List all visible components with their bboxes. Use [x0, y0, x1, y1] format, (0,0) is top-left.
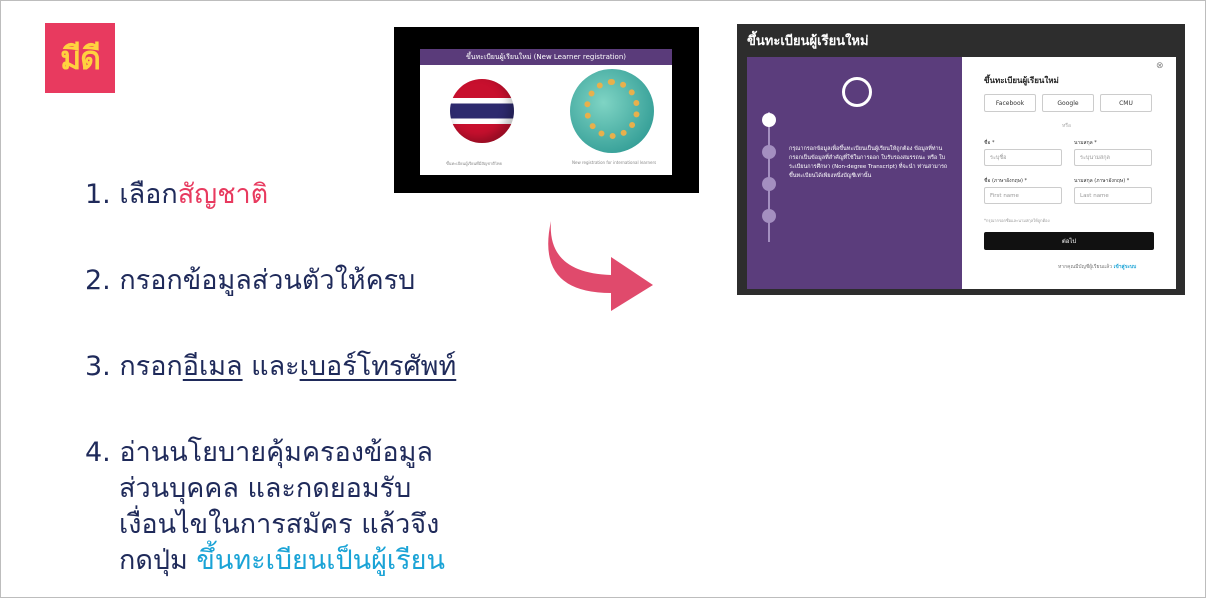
step-text: เลือก: [119, 179, 178, 210]
step-dot: [762, 177, 776, 191]
first-name-field[interactable]: ระบุชื่อ: [984, 149, 1062, 166]
login-link[interactable]: เข้าสู่ระบบ: [1114, 264, 1137, 270]
step-dot: [762, 209, 776, 223]
step-1: 1. เลือกสัญชาติ: [85, 177, 268, 213]
facebook-login-button[interactable]: Facebook: [984, 94, 1036, 112]
first-name-label: ชื่อ *: [984, 140, 995, 146]
step-underline-phone: เบอร์โทรศัพท์: [299, 351, 457, 382]
step-4: 4. อ่านนโยบายคุ้มครองข้อมูล: [85, 435, 433, 471]
or-divider: หรือ: [1062, 123, 1071, 129]
slide: มีดี 1. เลือกสัญชาติ 2. กรอกข้อมูลส่วนตั…: [0, 0, 1206, 598]
last-name-en-label: นามสกุล (ภาษาอังกฤษ) *: [1074, 178, 1130, 184]
step-text: ส่วนบุคคล และกดยอมรับ: [119, 473, 412, 504]
close-icon[interactable]: ⊗: [1156, 61, 1164, 71]
brand-logo: มีดี: [45, 23, 115, 93]
last-name-label: นามสกุล *: [1074, 140, 1097, 146]
step-text: เงื่อนไขในการสมัคร แล้วจึง: [119, 509, 440, 540]
step-text: กดปุ่ม: [119, 545, 197, 576]
thumbnail-title: ขึ้นทะเบียนผู้เรียนใหม่ (New Learner reg…: [420, 49, 672, 65]
google-login-button[interactable]: Google: [1042, 94, 1094, 112]
next-button[interactable]: ต่อไป: [984, 232, 1154, 250]
registration-form: ⊗ ขึ้นทะเบียนผู้เรียนใหม่ Facebook Googl…: [962, 57, 1176, 289]
step-dot: [762, 145, 776, 159]
form-hint: *กรุณากรอกชื่อและนามสกุลให้ถูกต้อง: [984, 218, 1050, 223]
arrow-right-icon: [548, 221, 653, 311]
last-name-field[interactable]: ระบุนามสกุล: [1074, 149, 1152, 166]
first-name-en-field[interactable]: First name: [984, 187, 1062, 204]
step-dot: [762, 113, 776, 127]
first-name-en-label: ชื่อ (ภาษาอังกฤษ) *: [984, 178, 1027, 184]
form-title: ขึ้นทะเบียนผู้เรียนใหม่: [984, 76, 1059, 85]
cmu-login-button[interactable]: CMU: [1100, 94, 1152, 112]
step-highlight: สัญชาติ: [177, 179, 269, 210]
step-highlight: ขึ้นทะเบียนเป็นผู้เรียน: [196, 545, 445, 576]
step-4-line-3: เงื่อนไขในการสมัคร แล้วจึง: [119, 507, 439, 543]
thumbnail-content: ขึ้นทะเบียนผู้เรียนใหม่ (New Learner reg…: [420, 49, 672, 175]
step-text: และ: [242, 351, 300, 382]
step-3: 3. กรอกอีเมล และเบอร์โทรศัพท์: [85, 349, 456, 385]
logo-icon: [842, 77, 872, 107]
globe-icon[interactable]: [570, 69, 654, 153]
thai-flag-icon[interactable]: [450, 79, 514, 143]
login-prompt-text: หากคุณมีบัญชีผู้เรียนแล้ว: [1058, 264, 1113, 270]
step-number: 1.: [85, 179, 111, 210]
step-number: 3.: [85, 351, 111, 382]
registration-screenshot: ขึ้นทะเบียนผู้เรียนใหม่ กรุณากรอกข้อมูลเ…: [737, 24, 1185, 295]
step-2: 2. กรอกข้อมูลส่วนตัวให้ครบ: [85, 263, 415, 299]
step-text: อ่านนโยบายคุ้มครองข้อมูล: [119, 437, 433, 468]
nationality-thumbnail: ขึ้นทะเบียนผู้เรียนใหม่ (New Learner reg…: [394, 27, 699, 193]
step-number: 4.: [85, 437, 111, 468]
thumbnail-caption-intl: New registration for international learn…: [572, 160, 657, 165]
login-prompt: หากคุณมีบัญชีผู้เรียนแล้ว เข้าสู่ระบบ: [1058, 263, 1136, 271]
step-4-line-2: ส่วนบุคคล และกดยอมรับ: [119, 471, 411, 507]
step-underline-email: อีเมล: [182, 351, 243, 382]
step-text: กรอก: [119, 351, 183, 382]
window-title: ขึ้นทะเบียนผู้เรียนใหม่: [747, 34, 869, 49]
info-text: กรุณากรอกข้อมูลเพื่อขึ้นทะเบียนเป็นผู้เร…: [789, 146, 948, 179]
info-panel: กรุณากรอกข้อมูลเพื่อขึ้นทะเบียนเป็นผู้เร…: [747, 57, 962, 289]
step-number: 2.: [85, 265, 111, 296]
step-4-line-4: กดปุ่ม ขึ้นทะเบียนเป็นผู้เรียน: [119, 543, 445, 579]
last-name-en-field[interactable]: Last name: [1074, 187, 1152, 204]
thumbnail-caption-thai: ขึ้นทะเบียนผู้เรียนที่มีสัญชาติไทย: [446, 161, 502, 166]
brand-logo-text: มีดี: [60, 38, 101, 77]
step-text: กรอกข้อมูลส่วนตัวให้ครบ: [119, 265, 416, 296]
